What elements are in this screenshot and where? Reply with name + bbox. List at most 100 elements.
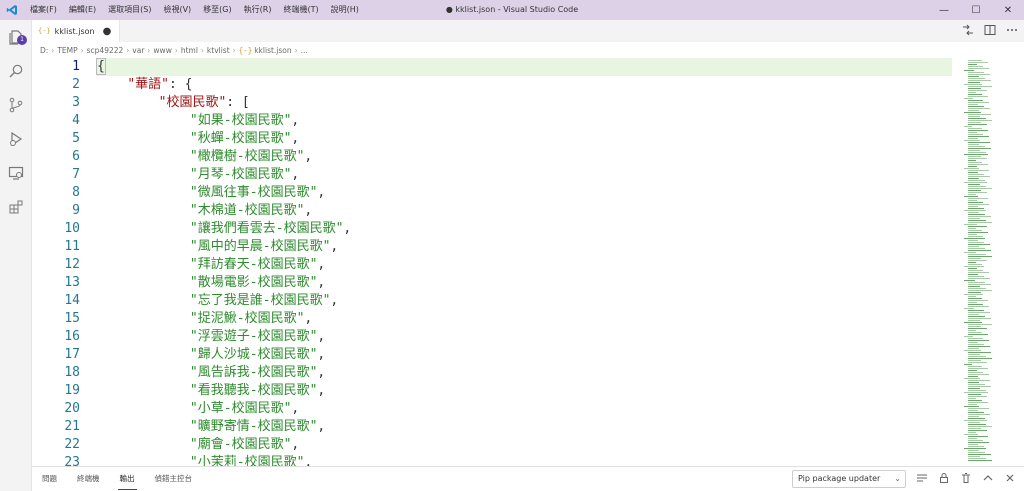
minimap[interactable] xyxy=(952,58,1024,466)
code-text[interactable]: "小草-校園民歌", xyxy=(96,400,952,418)
minimap-line xyxy=(968,146,985,147)
code-text[interactable]: "木棉道-校園民歌", xyxy=(96,202,952,220)
code-line[interactable]: 22 "廟會-校園民歌", xyxy=(32,436,952,454)
code-text[interactable]: "捉泥鰍-校園民歌", xyxy=(96,310,952,328)
source-control-icon[interactable] xyxy=(0,88,32,122)
code-line[interactable]: 12 "拜訪春天-校園民歌", xyxy=(32,256,952,274)
code-text[interactable]: "浮雲遊子-校園民歌", xyxy=(96,328,952,346)
code-line[interactable]: 10 "讓我們看雲去-校園民歌", xyxy=(32,220,952,238)
search-icon[interactable] xyxy=(0,54,32,88)
code-line[interactable]: 15 "捉泥鰍-校園民歌", xyxy=(32,310,952,328)
lock-scroll-icon[interactable] xyxy=(938,472,950,487)
code-text[interactable]: "散場電影-校園民歌", xyxy=(96,274,952,292)
code-line[interactable]: 8 "微風往事-校園民歌", xyxy=(32,184,952,202)
tab-problems[interactable]: 問題 xyxy=(32,467,67,491)
code-text[interactable]: "小茉莉-校園民歌", xyxy=(96,454,952,466)
code-text[interactable]: "秋蟬-校園民歌", xyxy=(96,130,952,148)
breadcrumb-symbol[interactable]: ... xyxy=(301,46,308,55)
line-number: 18 xyxy=(64,365,80,380)
tab-debug-console[interactable]: 偵錯主控台 xyxy=(145,467,203,491)
code-line[interactable]: 4 "如果-校園民歌", xyxy=(32,112,952,130)
menu-selection[interactable]: 選取項目(S) xyxy=(102,0,157,20)
menu-edit[interactable]: 編輯(E) xyxy=(63,0,102,20)
menu-help[interactable]: 說明(H) xyxy=(325,0,365,20)
code-line[interactable]: 9 "木棉道-校園民歌", xyxy=(32,202,952,220)
minimap-line xyxy=(968,320,980,321)
breadcrumb-item[interactable]: ktvlist xyxy=(207,46,230,55)
code-text[interactable]: "看我聽我-校園民歌", xyxy=(96,382,952,400)
more-actions-icon[interactable] xyxy=(1006,24,1018,39)
code-text[interactable]: "拜訪春天-校園民歌", xyxy=(96,256,952,274)
code-text[interactable]: { xyxy=(96,58,952,76)
menu-terminal[interactable]: 終端機(T) xyxy=(277,0,324,20)
extensions-icon[interactable] xyxy=(0,190,32,224)
code-line[interactable]: 3 "校園民歌": [ xyxy=(32,94,952,112)
code-text[interactable]: "校園民歌": [ xyxy=(96,94,952,112)
code-line[interactable]: 11 "風中的早晨-校園民歌", xyxy=(32,238,952,256)
code-line[interactable]: 21 "曠野寄情-校園民歌", xyxy=(32,418,952,436)
code-line[interactable]: 6 "橄欖樹-校園民歌", xyxy=(32,148,952,166)
code-line[interactable]: 5 "秋蟬-校園民歌", xyxy=(32,130,952,148)
code-line[interactable]: 20 "小草-校園民歌", xyxy=(32,400,952,418)
breadcrumb-item[interactable]: www xyxy=(153,46,171,55)
explorer-icon[interactable]: 1 xyxy=(0,20,32,54)
minimap-line xyxy=(964,392,988,393)
menu-file[interactable]: 檔案(F) xyxy=(24,0,63,20)
close-button[interactable]: ✕ xyxy=(992,0,1024,20)
code-text[interactable]: "風告訴我-校園民歌", xyxy=(96,364,952,382)
compare-changes-icon[interactable] xyxy=(962,24,974,39)
code-text[interactable]: "華語": { xyxy=(96,76,952,94)
minimap-line xyxy=(968,66,983,67)
menu-view[interactable]: 檢視(V) xyxy=(157,0,197,20)
code-text[interactable]: "如果-校園民歌", xyxy=(96,112,952,130)
code-line[interactable]: 18 "風告訴我-校園民歌", xyxy=(32,364,952,382)
code-text[interactable]: "橄欖樹-校園民歌", xyxy=(96,148,952,166)
code-line[interactable]: 23 "小茉莉-校園民歌", xyxy=(32,454,952,466)
code-line[interactable]: 19 "看我聽我-校園民歌", xyxy=(32,382,952,400)
code-editor[interactable]: 1{2 "華語": {3 "校園民歌": [4 "如果-校園民歌", 5 "秋蟬-… xyxy=(32,58,952,466)
code-text[interactable]: "廟會-校園民歌", xyxy=(96,436,952,454)
code-text[interactable]: "微風往事-校園民歌", xyxy=(96,184,952,202)
run-debug-icon[interactable] xyxy=(0,122,32,156)
breadcrumb-item[interactable]: var xyxy=(132,46,144,55)
code-line[interactable]: 14 "忘了我是誰-校園民歌", xyxy=(32,292,952,310)
code-text[interactable]: "歸人沙城-校園民歌", xyxy=(96,346,952,364)
code-text[interactable]: "曠野寄情-校園民歌", xyxy=(96,418,952,436)
menu-run[interactable]: 執行(R) xyxy=(238,0,278,20)
clear-output-icon[interactable] xyxy=(960,472,972,487)
code-line[interactable]: 7 "月琴-校園民歌", xyxy=(32,166,952,184)
code-text[interactable]: "月琴-校園民歌", xyxy=(96,166,952,184)
code-line[interactable]: 1{ xyxy=(32,58,952,76)
tab-output[interactable]: 輸出 xyxy=(110,467,145,491)
menu-go[interactable]: 移至(G) xyxy=(197,0,237,20)
unsaved-dot-icon[interactable]: ● xyxy=(103,26,112,37)
maximize-button[interactable]: ☐ xyxy=(960,0,992,20)
breadcrumb-item[interactable]: html xyxy=(181,46,198,55)
close-panel-icon[interactable] xyxy=(1004,472,1016,487)
minimap-line xyxy=(968,204,989,205)
breadcrumb-item[interactable]: D: xyxy=(40,46,48,55)
code-line[interactable]: 2 "華語": { xyxy=(32,76,952,94)
breadcrumb-item[interactable]: scp49222 xyxy=(87,46,124,55)
code-line[interactable]: 17 "歸人沙城-校園民歌", xyxy=(32,346,952,364)
minimap-line xyxy=(968,458,986,459)
breadcrumb-item[interactable]: TEMP xyxy=(57,46,77,55)
tab-terminal[interactable]: 終端機 xyxy=(67,467,110,491)
code-line[interactable]: 13 "散場電影-校園民歌", xyxy=(32,274,952,292)
code-text[interactable]: "風中的早晨-校園民歌", xyxy=(96,238,952,256)
minimap-line xyxy=(964,196,978,197)
minimap-line xyxy=(968,198,988,199)
json-string: "月琴-校園民歌" xyxy=(189,167,292,182)
breadcrumb-file[interactable]: kklist.json xyxy=(254,46,291,55)
minimize-button[interactable]: — xyxy=(928,0,960,20)
minimap-line xyxy=(964,252,976,253)
code-text[interactable]: "讓我們看雲去-校園民歌", xyxy=(96,220,952,238)
output-channel-select[interactable]: Pip package updater ⌄ xyxy=(792,470,906,488)
filter-list-icon[interactable] xyxy=(916,472,928,487)
code-line[interactable]: 16 "浮雲遊子-校園民歌", xyxy=(32,328,952,346)
maximize-panel-icon[interactable] xyxy=(982,472,994,487)
code-text[interactable]: "忘了我是誰-校園民歌", xyxy=(96,292,952,310)
tab-kklist-json[interactable]: {-} kklist.json ● xyxy=(32,20,120,42)
remote-explorer-icon[interactable] xyxy=(0,156,32,190)
split-editor-icon[interactable] xyxy=(984,24,996,39)
